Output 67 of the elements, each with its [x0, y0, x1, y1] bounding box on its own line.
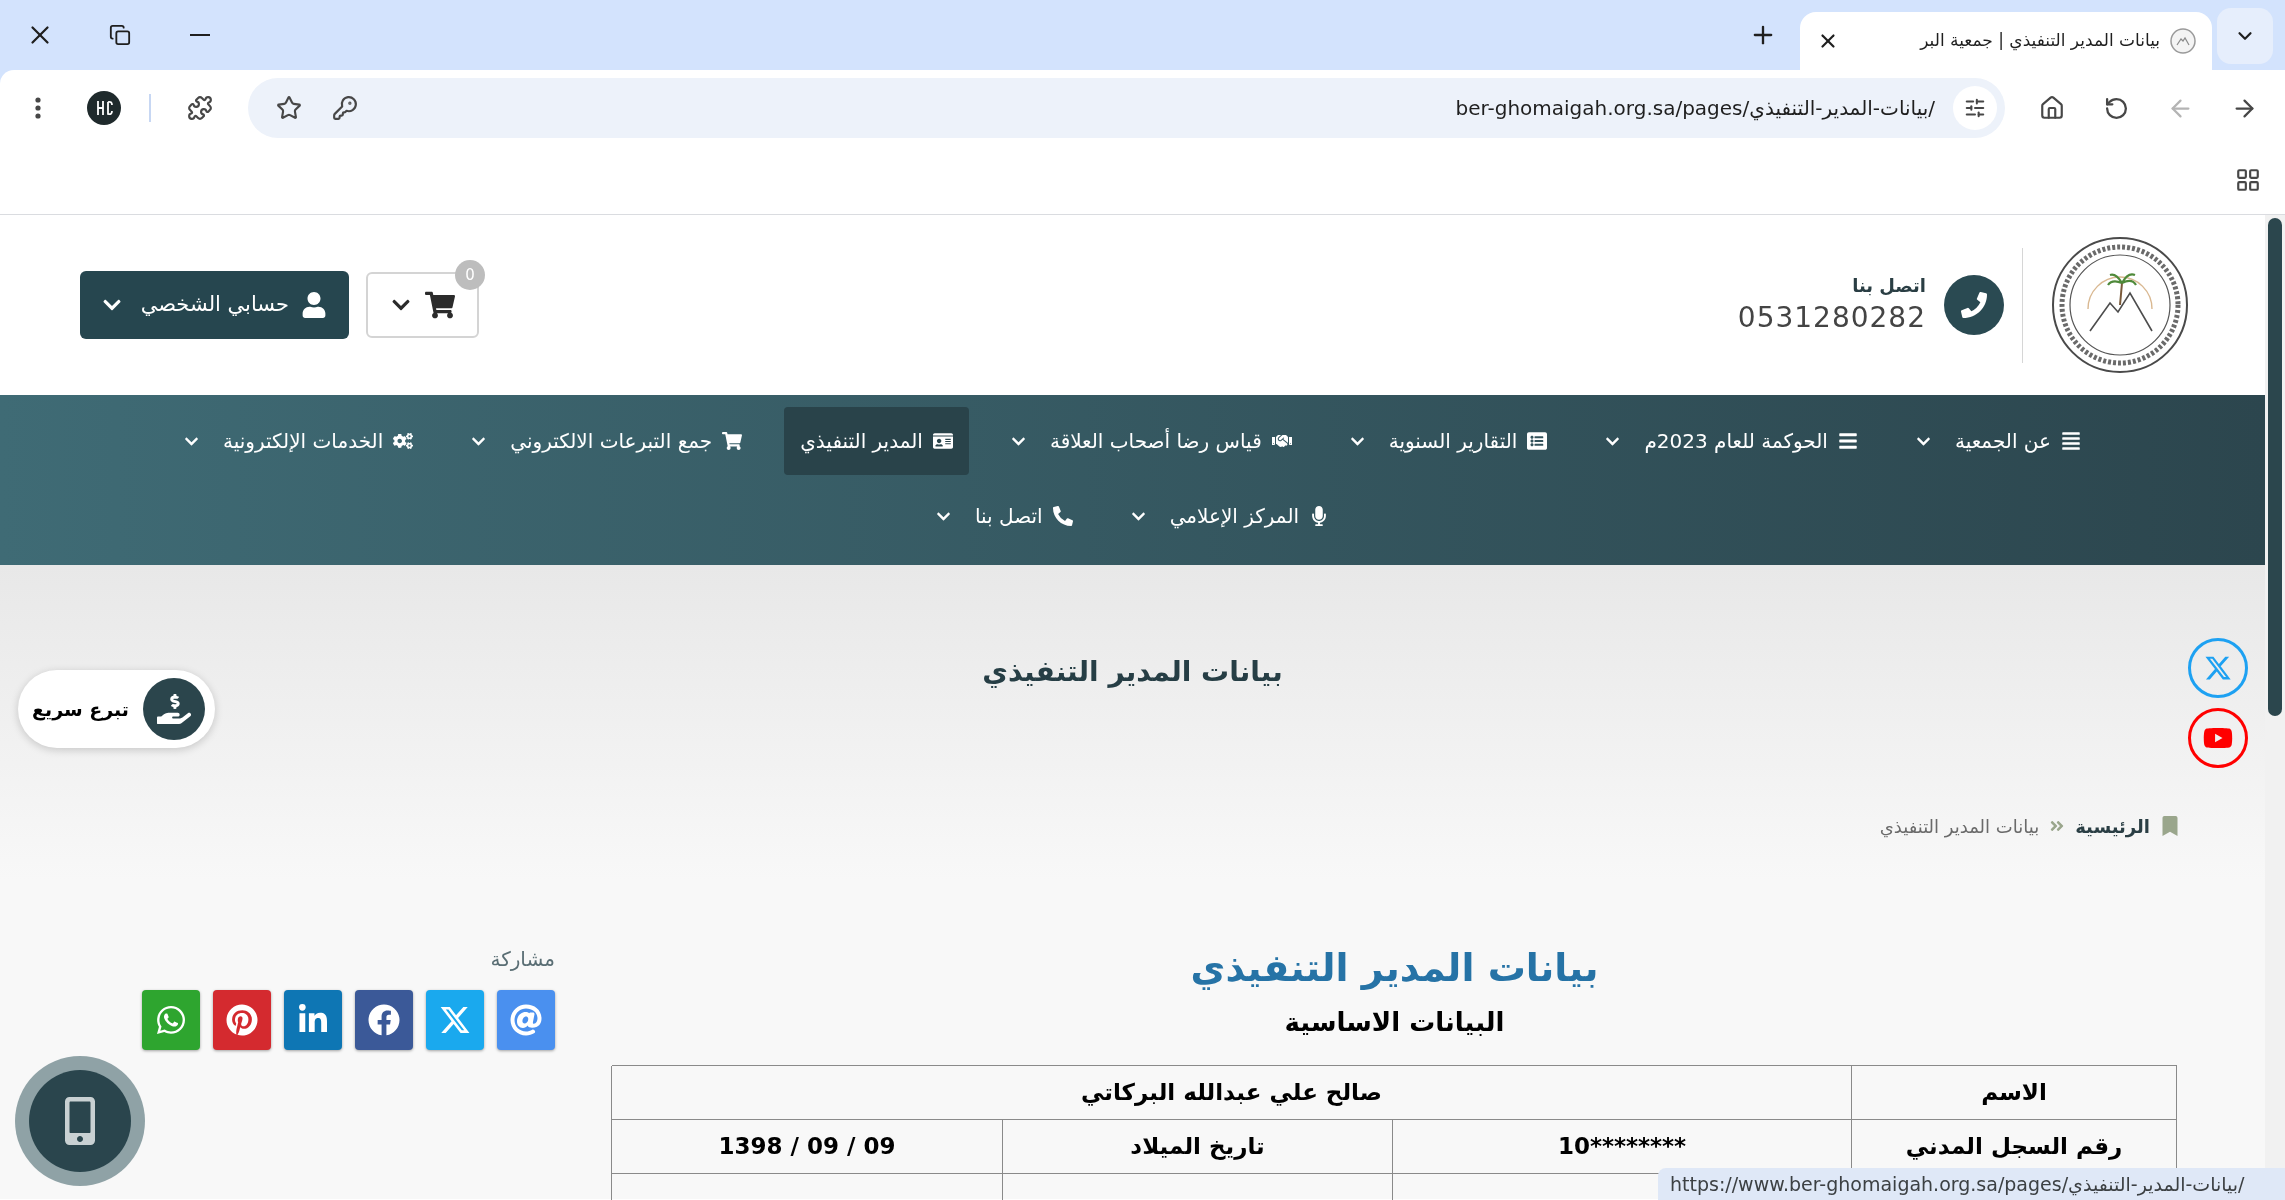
cart-icon: [424, 290, 455, 320]
scrollbar-thumb[interactable]: [2268, 218, 2282, 716]
reload-icon: [2103, 95, 2129, 121]
share-label: مشاركة: [490, 946, 555, 973]
double-chevron-icon: [2049, 818, 2066, 834]
nav-item[interactable]: جمع التبرعات الالكتروني: [455, 407, 759, 475]
key-icon: [332, 95, 358, 121]
share-button[interactable]: [497, 990, 555, 1050]
pinterest-icon: [226, 1004, 258, 1036]
hand-dollar-icon: [143, 678, 205, 740]
home-icon: [2039, 95, 2065, 121]
breadcrumb-link[interactable]: الرئيسية: [2075, 812, 2150, 840]
whatsapp-icon: [155, 1004, 187, 1036]
share-button[interactable]: [213, 990, 271, 1050]
puzzle-icon: [187, 95, 213, 121]
nav-item[interactable]: اتصل بنا: [920, 482, 1089, 550]
user-icon: [301, 292, 327, 318]
id-card-icon: [932, 431, 953, 451]
cart-icon: [722, 431, 743, 451]
profile-avatar-icon[interactable]: [87, 91, 121, 125]
address-bar[interactable]: ber-ghomaigah.org.sa/pages/بيانات-المدير-التنفيذي/: [248, 78, 2005, 138]
table-cell: 1398 / 09 / 09: [611, 1120, 1002, 1174]
lines-icon: [2061, 431, 2081, 451]
x-logo-icon: [439, 1004, 471, 1036]
restore-icon: [109, 24, 131, 46]
table-header-cell: الاسم: [1851, 1066, 2176, 1120]
menu-icon: [1837, 431, 1858, 451]
table-header-cell: تاريخ الميلاد: [1002, 1120, 1392, 1174]
sliders-icon: [1964, 97, 1986, 119]
at-sign-icon: [510, 1004, 542, 1036]
favicon-icon: [2170, 28, 2196, 54]
nav-item[interactable]: المدير التنفيذي: [784, 407, 969, 475]
phone-number: 0531280282: [1737, 300, 1926, 336]
youtube-link[interactable]: [2188, 708, 2248, 768]
breadcrumb-current: بيانات المدير التنفيذي: [1879, 814, 2040, 840]
browser-tab[interactable]: بيانات المدير التنفيذي | جمعية البر: [1800, 12, 2212, 70]
mobile-phone-icon: [29, 1070, 131, 1172]
account-button[interactable]: حسابي الشخصي: [80, 271, 349, 339]
contact-label: اتصل بنا: [1852, 274, 1926, 298]
bookmark-icon: [2160, 816, 2180, 836]
share-button[interactable]: [355, 990, 413, 1050]
nav-item[interactable]: الحوكمة للعام 2023م: [1589, 407, 1874, 475]
star-icon: [276, 95, 302, 121]
phone-icon: [1052, 506, 1073, 526]
table-cell: صالح علي عبدالله البركاتي: [611, 1066, 1851, 1120]
phone-icon: [1944, 275, 2004, 335]
nav-item[interactable]: الخدمات الإلكترونية: [168, 407, 430, 475]
nav-item[interactable]: عن الجمعية: [1899, 407, 2097, 475]
minimize-icon: [190, 34, 210, 36]
content-title: بيانات المدير التنفيذي: [1190, 944, 1599, 992]
more-icon: [35, 97, 41, 119]
content-subtitle: البيانات الاساسية: [1284, 1005, 1505, 1039]
share-button[interactable]: [142, 990, 200, 1050]
facebook-icon: [368, 1004, 400, 1036]
share-button[interactable]: [284, 990, 342, 1050]
nav-item[interactable]: المركز الإعلامي: [1114, 482, 1346, 550]
x-logo-icon: [2204, 654, 2232, 682]
site-settings-button[interactable]: [1953, 86, 1997, 130]
status-url-bubble: https://www.ber-ghomaigah.org.sa/pages/بيانات-المدير-التنفيذي/: [1658, 1168, 2285, 1200]
gears-icon: [393, 431, 414, 451]
page-title: بيانات المدير التنفيذي: [982, 654, 1283, 690]
quick-donate-button[interactable]: تبرع سريع: [18, 670, 215, 748]
nav-item[interactable]: التقارير السنوية: [1333, 407, 1564, 475]
cart-count-badge: 0: [455, 260, 485, 290]
nav-item[interactable]: قياس رضا أصحاب العلاقة: [994, 407, 1308, 475]
list-icon: [1527, 431, 1548, 451]
grid-icon: [2235, 167, 2261, 193]
